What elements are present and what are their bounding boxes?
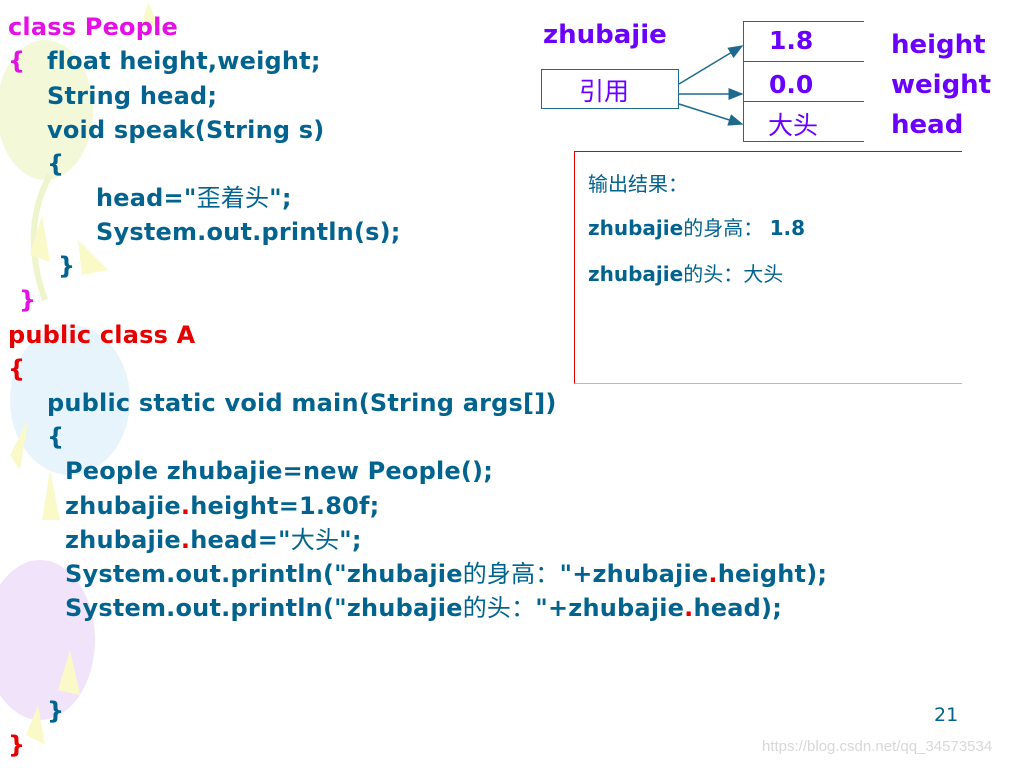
- head-object-assignment: zhubajie.head="大头";: [65, 523, 362, 557]
- head-assign-rest-prefix: head=": [190, 526, 291, 554]
- println-head-cjk: 的头：: [462, 594, 536, 622]
- class-people-header: class People: [8, 13, 179, 41]
- head-assign-cjk: 大头: [290, 526, 340, 554]
- class-people-close-brace: }: [19, 286, 37, 314]
- arrow-to-height: [678, 45, 744, 85]
- head-assign-cjk: 歪着头: [196, 184, 270, 212]
- println-height-prefix: System.out.println("zhubajie: [65, 560, 463, 588]
- class-a-close-brace: }: [8, 731, 26, 759]
- arrow-to-head: [678, 103, 744, 126]
- weight-value: 0.0: [769, 70, 814, 99]
- println-height-mid: "+zhubajie: [559, 560, 709, 588]
- page-number: 21: [934, 704, 959, 726]
- main-close-brace: }: [47, 697, 65, 725]
- class-a-header: public class A: [8, 321, 196, 349]
- head-assignment: head="歪着头";: [96, 181, 292, 215]
- field-declaration: float height,weight;: [47, 47, 321, 75]
- field-name-weight: weight: [891, 70, 992, 100]
- member-access-dot: .: [180, 526, 191, 554]
- println-head-end: head);: [693, 594, 782, 622]
- member-access-dot: .: [708, 560, 718, 588]
- println-height: System.out.println("zhubajie的身高："+zhubaj…: [65, 557, 827, 591]
- head-assign-rest-suffix: ";: [339, 526, 362, 554]
- println-height-cjk: 的身高：: [462, 560, 560, 588]
- output-result-box: 输出结果： zhubajie的身高： 1.8 zhubajie的头：大头: [574, 151, 962, 384]
- println-head-mid: "+zhubajie: [535, 594, 685, 622]
- println-head: System.out.println("zhubajie的头："+zhubaji…: [65, 591, 782, 625]
- speak-method-open-brace: {: [47, 150, 65, 178]
- string-declaration: String head;: [47, 82, 218, 110]
- main-open-brace: {: [47, 423, 65, 451]
- watermark: https://blog.csdn.net/qq_34573534: [762, 738, 993, 755]
- output-line-height: zhubajie的身高： 1.8: [588, 212, 805, 241]
- height-assign-rest: height=1.80f;: [190, 492, 380, 520]
- reference-label: 引用: [579, 77, 630, 106]
- println-height-end: height);: [717, 560, 828, 588]
- height-assign-object: zhubajie: [65, 492, 181, 520]
- output-title: 输出结果：: [588, 172, 688, 196]
- field-name-height: height: [891, 30, 986, 60]
- output-head-cjk: 的头：大头: [683, 262, 784, 286]
- class-people-open-brace: {: [8, 47, 26, 75]
- height-value: 1.8: [769, 26, 814, 55]
- class-a-open-brace: {: [8, 355, 26, 383]
- output-height-cjk: 的身高：: [683, 216, 764, 240]
- head-assign-suffix: ";: [269, 184, 292, 212]
- reference-box: 引用: [541, 69, 679, 109]
- speak-method-signature: void speak(String s): [47, 116, 325, 144]
- speak-method-close-brace: }: [58, 252, 76, 280]
- height-assignment: zhubajie.height=1.80f;: [65, 489, 379, 523]
- println-head-prefix: System.out.println("zhubajie: [65, 594, 463, 622]
- field-name-head: head: [891, 110, 964, 140]
- output-height-value: 1.8: [769, 216, 806, 240]
- output-head-prefix: zhubajie: [588, 262, 684, 286]
- member-access-dot: .: [180, 492, 191, 520]
- head-value: 大头: [768, 111, 819, 140]
- head-assign-prefix: head=": [96, 184, 197, 212]
- new-people-line: People zhubajie=new People();: [65, 457, 494, 485]
- head-assign-object: zhubajie: [65, 526, 181, 554]
- main-method-signature: public static void main(String args[]): [47, 389, 557, 417]
- output-height-prefix: zhubajie: [588, 216, 684, 240]
- object-name-label: zhubajie: [543, 20, 667, 50]
- println-s: System.out.println(s);: [96, 218, 401, 246]
- output-line-head: zhubajie的头：大头: [588, 258, 783, 287]
